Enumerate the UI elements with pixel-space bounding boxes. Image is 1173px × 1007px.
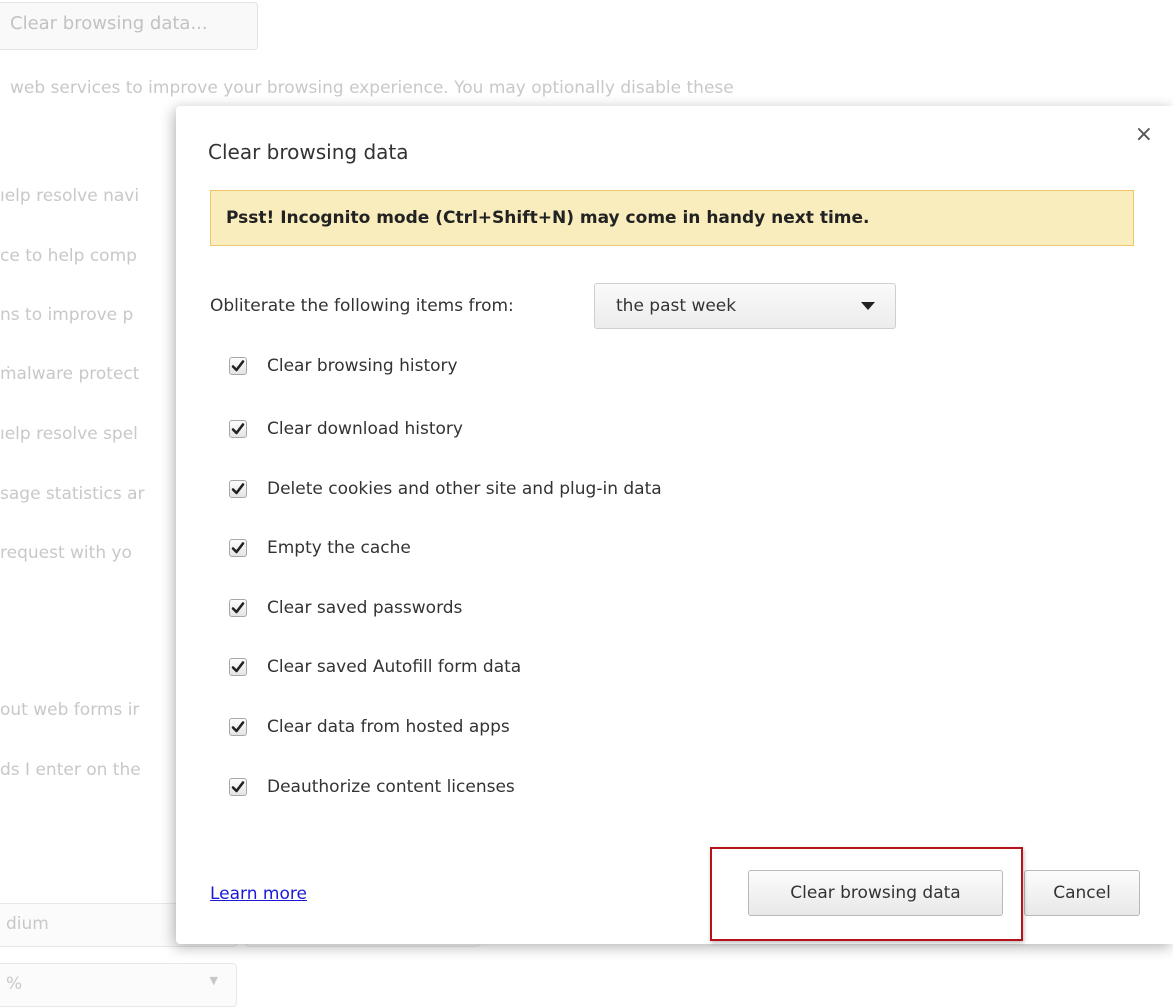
checkbox[interactable] xyxy=(229,420,247,438)
option-clear-autofill[interactable]: Clear saved Autofill form data xyxy=(229,654,521,680)
option-deauthorize-licenses[interactable]: Deauthorize content licenses xyxy=(229,774,515,800)
time-range-label: Obliterate the following items from: xyxy=(210,296,514,316)
option-label: Deauthorize content licenses xyxy=(267,777,515,797)
option-label: Empty the cache xyxy=(267,538,411,558)
checkmark-icon xyxy=(231,781,245,793)
close-icon[interactable]: × xyxy=(1135,124,1153,146)
option-delete-cookies[interactable]: Delete cookies and other site and plug-i… xyxy=(229,476,662,502)
bg-setting-line: request with yo xyxy=(0,543,132,563)
checkmark-icon xyxy=(231,602,245,614)
checkmark-icon xyxy=(231,721,245,733)
bg-setting-line: ṁalware protect xyxy=(0,364,140,384)
checkmark-icon xyxy=(231,542,245,554)
option-clear-download-history[interactable]: Clear download history xyxy=(229,416,463,442)
checkmark-icon xyxy=(231,483,245,495)
dropdown-arrow-icon xyxy=(861,302,875,310)
learn-more-link[interactable]: Learn more xyxy=(210,884,307,904)
cancel-button[interactable]: Cancel xyxy=(1024,870,1140,916)
checkbox[interactable] xyxy=(229,539,247,557)
option-empty-cache[interactable]: Empty the cache xyxy=(229,535,411,561)
time-range-select[interactable]: the past week xyxy=(594,283,896,329)
checkbox[interactable] xyxy=(229,357,247,375)
option-label: Delete cookies and other site and plug-i… xyxy=(267,479,662,499)
time-range-value: the past week xyxy=(616,296,737,316)
checkbox[interactable] xyxy=(229,778,247,796)
bg-setting-line: ce to help comp xyxy=(0,246,137,266)
checkbox[interactable] xyxy=(229,599,247,617)
clear-browsing-data-button[interactable]: Clear browsing data xyxy=(748,870,1003,916)
option-clear-browsing-history[interactable]: Clear browsing history xyxy=(229,353,458,379)
checkbox[interactable] xyxy=(229,480,247,498)
bg-setting-line: ds I enter on the xyxy=(0,760,141,780)
bg-setting-line: ıelp resolve navi xyxy=(0,186,140,206)
bg-setting-line: sage statistics ar xyxy=(0,484,145,504)
checkbox[interactable] xyxy=(229,658,247,676)
bg-font-size-value: dium xyxy=(6,914,49,934)
incognito-tip-banner: Psst! Incognito mode (Ctrl+Shift+N) may … xyxy=(210,190,1134,246)
dialog-title: Clear browsing data xyxy=(208,140,409,164)
bg-intro-text: web services to improve your browsing ex… xyxy=(10,78,734,98)
chevron-down-icon: ▼ xyxy=(209,974,218,987)
bg-setting-line: out web forms ir xyxy=(0,700,140,720)
option-clear-saved-passwords[interactable]: Clear saved passwords xyxy=(229,595,462,621)
bg-zoom-select: % ▼ xyxy=(0,963,237,1007)
option-label: Clear download history xyxy=(267,419,463,439)
clear-browsing-data-dialog: × Clear browsing data Psst! Incognito mo… xyxy=(176,106,1173,944)
option-clear-hosted-app-data[interactable]: Clear data from hosted apps xyxy=(229,714,510,740)
bg-zoom-value: % xyxy=(6,974,23,994)
bg-clear-browsing-data-button: Clear browsing data... xyxy=(0,2,258,50)
bg-setting-line: ns to improve p xyxy=(0,305,134,325)
bg-setting-line: ıelp resolve spel xyxy=(0,424,138,444)
checkmark-icon xyxy=(231,360,245,372)
checkmark-icon xyxy=(231,423,245,435)
checkmark-icon xyxy=(231,661,245,673)
checkbox[interactable] xyxy=(229,718,247,736)
option-label: Clear data from hosted apps xyxy=(267,717,510,737)
option-label: Clear saved passwords xyxy=(267,598,463,618)
option-label: Clear saved Autofill form data xyxy=(267,657,522,677)
option-label: Clear browsing history xyxy=(267,356,458,376)
